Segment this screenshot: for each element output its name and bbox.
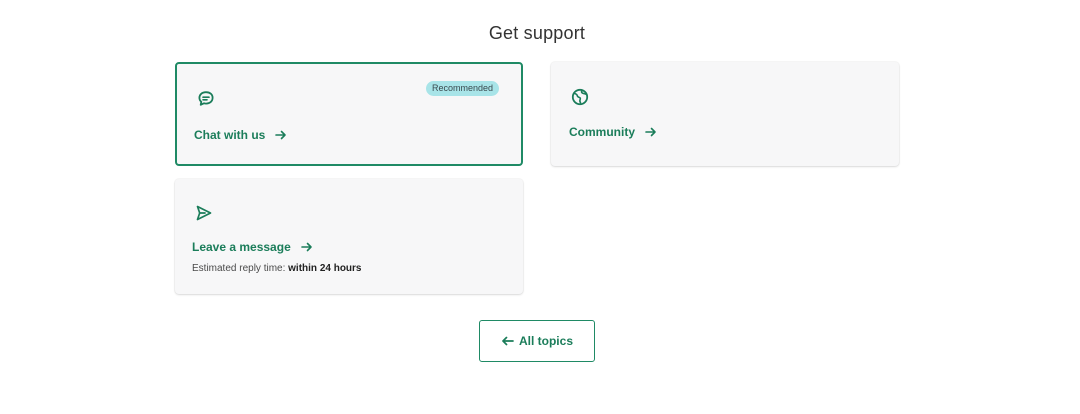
message-card[interactable]: Leave a message Estimated reply time: wi… (175, 179, 523, 294)
globe-icon (570, 87, 590, 107)
reply-time-label: Estimated reply time: (192, 263, 289, 274)
chat-link-label: Chat with us (194, 128, 266, 142)
arrow-right-icon (300, 242, 313, 252)
community-link-label: Community (569, 125, 635, 139)
support-page: Get support Recommended Chat with us Com… (0, 0, 1080, 414)
chat-card[interactable]: Recommended Chat with us (175, 62, 523, 166)
reply-time: Estimated reply time: within 24 hours (192, 263, 362, 274)
message-link-label: Leave a message (192, 240, 291, 254)
community-card[interactable]: Community (551, 62, 899, 166)
chat-bubble-icon (196, 89, 216, 109)
all-topics-button[interactable]: All topics (479, 320, 595, 362)
send-icon (194, 203, 214, 223)
community-link[interactable]: Community (569, 125, 657, 139)
arrow-left-icon (501, 336, 514, 346)
message-link[interactable]: Leave a message (192, 240, 313, 254)
reply-time-value: within 24 hours (288, 263, 362, 274)
arrow-right-icon (645, 127, 657, 137)
chat-link[interactable]: Chat with us (194, 128, 287, 142)
arrow-right-icon (275, 130, 287, 140)
all-topics-label: All topics (518, 334, 573, 348)
recommended-badge: Recommended (425, 81, 499, 96)
page-title: Get support (488, 23, 586, 43)
